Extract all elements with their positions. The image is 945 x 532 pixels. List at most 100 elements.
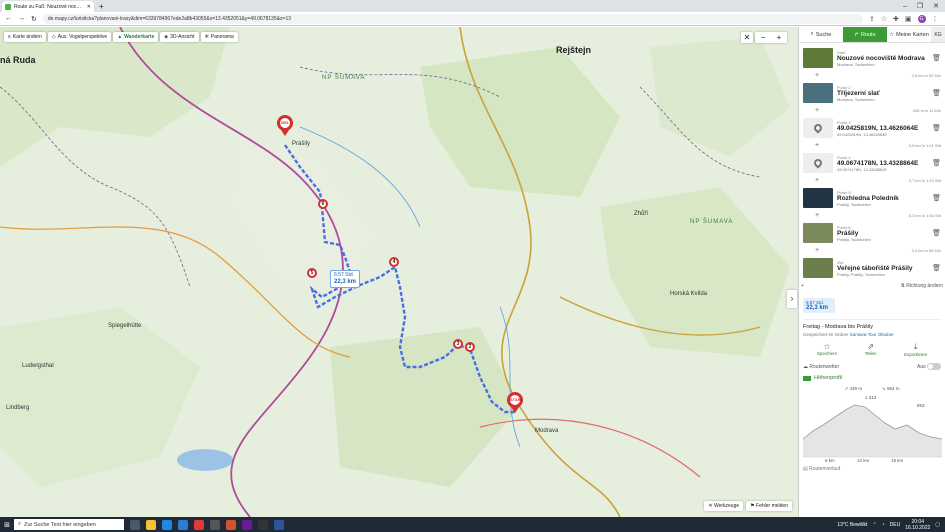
folder-link[interactable]: Sumava-Tour Oktober [850,332,894,337]
weather-widget[interactable]: 13°C Bewölkt [837,522,867,528]
save-button[interactable]: ☆ Speichern [817,342,837,357]
notifications-icon[interactable]: ▢ [935,522,940,528]
delete-stop-icon[interactable]: 🗑 [932,159,941,167]
stop-name[interactable]: 49.0674178N, 13.4328864E [837,160,928,167]
word-icon[interactable] [274,519,284,530]
bookmark-star-icon[interactable]: ☆ [881,15,887,23]
route-progress-label: ▤ Routenverlauf [803,466,841,472]
insert-stop-icon[interactable]: + [815,177,819,184]
tab-my-maps[interactable]: ☆ Meine Karten [887,27,931,42]
weather-toggle[interactable] [927,363,941,370]
browser-menu-icon[interactable]: ⋮ [932,15,939,23]
coordinate-pin-icon [803,153,833,173]
hiking-map-button[interactable]: ▲ Wanderkarte [113,32,159,42]
delete-stop-icon[interactable]: 🗑 [932,89,941,97]
tray-chevron-icon[interactable]: ⌃ [872,522,876,528]
map-canvas[interactable]: Rejštejn ná Ruda Prášily Modrava NP ŠUMA… [0,27,798,517]
close-map-icon[interactable]: ✕ [741,32,753,43]
share-page-icon[interactable]: ⇪ [869,15,875,23]
tools-button[interactable]: ✕ Werkzeuge [704,501,744,511]
reverse-direction-button[interactable]: ⇅ Richtung ändern [901,283,943,289]
elevation-profile-header[interactable]: Höhenprofil [803,375,941,381]
collapse-sidebar-button[interactable]: › [787,290,797,308]
insert-stop-icon[interactable]: + [815,247,819,254]
report-error-button[interactable]: ⚑ Fehler melden [746,501,792,511]
waypoint-6[interactable]: 6 [318,199,328,209]
finish-pin-label: ZIEL [277,115,293,131]
back-icon[interactable]: ← [5,15,12,22]
route-stop[interactable]: Punkt 3 49.0425819N, 13.4626064E 49.042581… [803,116,941,140]
insert-stop-icon[interactable]: + [815,142,819,149]
new-tab-button[interactable]: + [94,1,109,12]
tab-search[interactable]: ⌕ Suche [799,27,843,42]
task-view-icon[interactable] [130,519,140,530]
delete-stop-icon[interactable]: 🗑 [932,229,941,237]
delete-stop-icon[interactable]: 🗑 [932,124,941,132]
language-indicator[interactable]: DEU [890,522,901,528]
profile-avatar-icon[interactable]: G [917,14,926,23]
stop-name[interactable]: Nouzové nocoviště Modrava [837,55,928,62]
sidepanel-icon[interactable]: ▣ [905,15,912,23]
route-stop[interactable]: Punkt 5 Rozhledna Poledník Prášily, Tschec… [803,186,941,210]
3d-view-button[interactable]: ◈ 3D-Ansicht [160,32,199,42]
zoom-in-button[interactable]: + [777,32,782,43]
waypoint-4[interactable]: 4 [389,257,399,267]
minimize-button[interactable]: – [903,1,907,12]
start-pin[interactable]: START [507,392,523,413]
x-tick-6km: 6 km [825,458,835,463]
settings-icon[interactable] [258,519,268,530]
route-stop[interactable]: Punkt 6 Prášily Prášily, Tschechien 🗑 [803,221,941,245]
insert-stop-icon[interactable]: + [815,212,819,219]
calculator-icon[interactable] [210,519,220,530]
reload-icon[interactable]: ↻ [31,15,37,23]
add-stop-icon[interactable]: + [801,283,804,289]
taskbar-search-input[interactable]: ⌕ Zur Suche Text hier eingeben [14,519,124,530]
file-explorer-icon[interactable] [146,519,156,530]
chrome-icon[interactable] [194,519,204,530]
stop-name[interactable]: Prášily [837,230,928,237]
route-stop[interactable]: Punkt 2 Tříjezerní slať Modrava, Tschechie… [803,81,941,105]
route-stop[interactable]: Start Nouzové nocoviště Modrava Modrava, T… [803,46,941,70]
finish-pin[interactable]: ZIEL [277,115,293,136]
stop-name[interactable]: Tříjezerní slať [837,90,928,97]
waypoint-2[interactable]: 2 [465,342,475,352]
waypoint-3[interactable]: 3 [453,339,463,349]
extension-puzzle-icon[interactable]: ✚ [893,15,899,23]
stop-name[interactable]: Veřejné tábořiště Prášily [837,265,928,272]
birdseye-button[interactable]: ◇ Aus. Vogelperspektive [47,32,112,42]
stop-name[interactable]: 49.0425819N, 13.4626064E [837,125,928,132]
url-input[interactable]: de.mapy.cz/turisticka?planovani-trasy&di… [42,13,863,24]
route-stop[interactable]: Punkt 4 49.0674178N, 13.4328864E 49.067417… [803,151,941,175]
tab-route[interactable]: ↱ Route [843,27,887,42]
user-avatar[interactable]: KG [931,27,945,42]
delete-stop-icon[interactable]: 🗑 [932,264,941,272]
elevation-chart[interactable]: 1 313 853 6 km 12 km 18 km [803,395,942,463]
stop-name[interactable]: Rozhledna Poledník [837,195,928,202]
tab-close-icon[interactable]: ✕ [87,4,91,10]
maximize-button[interactable]: ❐ [917,1,923,12]
share-button[interactable]: ⇗ Teilen [865,342,877,357]
powerpoint-icon[interactable] [226,519,236,530]
waypoint-5[interactable]: 5 [307,268,317,278]
clock[interactable]: 20:04 16.10.2022 [905,519,930,531]
export-button[interactable]: ⤓ Exportieren [904,342,927,357]
close-window-button[interactable]: ✕ [933,1,939,12]
browser-tab[interactable]: Route zu Fuß: Nouzové nocoviště … ✕ [2,1,94,12]
panorama-button[interactable]: ✲ Panorama [200,32,238,42]
route-title[interactable]: Freitag - Modrava bis Prášily [803,324,941,330]
windows-start-icon[interactable]: ⊞ [0,521,14,529]
network-icon[interactable]: ◔ [882,522,885,528]
search-icon: ⌕ [810,31,814,37]
delete-stop-icon[interactable]: 🗑 [932,194,941,202]
edge-icon[interactable] [162,519,172,530]
delete-stop-icon[interactable]: 🗑 [932,54,941,62]
route-summary-label[interactable]: 6:57 Std. 22,3 km [330,270,361,288]
insert-stop-icon[interactable]: + [815,72,819,79]
route-stop[interactable]: Ziel Veřejné tábořiště Prášily Prášily, Pr… [803,256,941,280]
zoom-out-button[interactable]: − [761,32,766,43]
mail-icon[interactable] [178,519,188,530]
forward-icon[interactable]: → [18,15,25,22]
insert-stop-icon[interactable]: + [815,107,819,114]
app-icon[interactable] [242,519,252,530]
change-map-button[interactable]: ≡ Karte ändern [4,32,46,42]
